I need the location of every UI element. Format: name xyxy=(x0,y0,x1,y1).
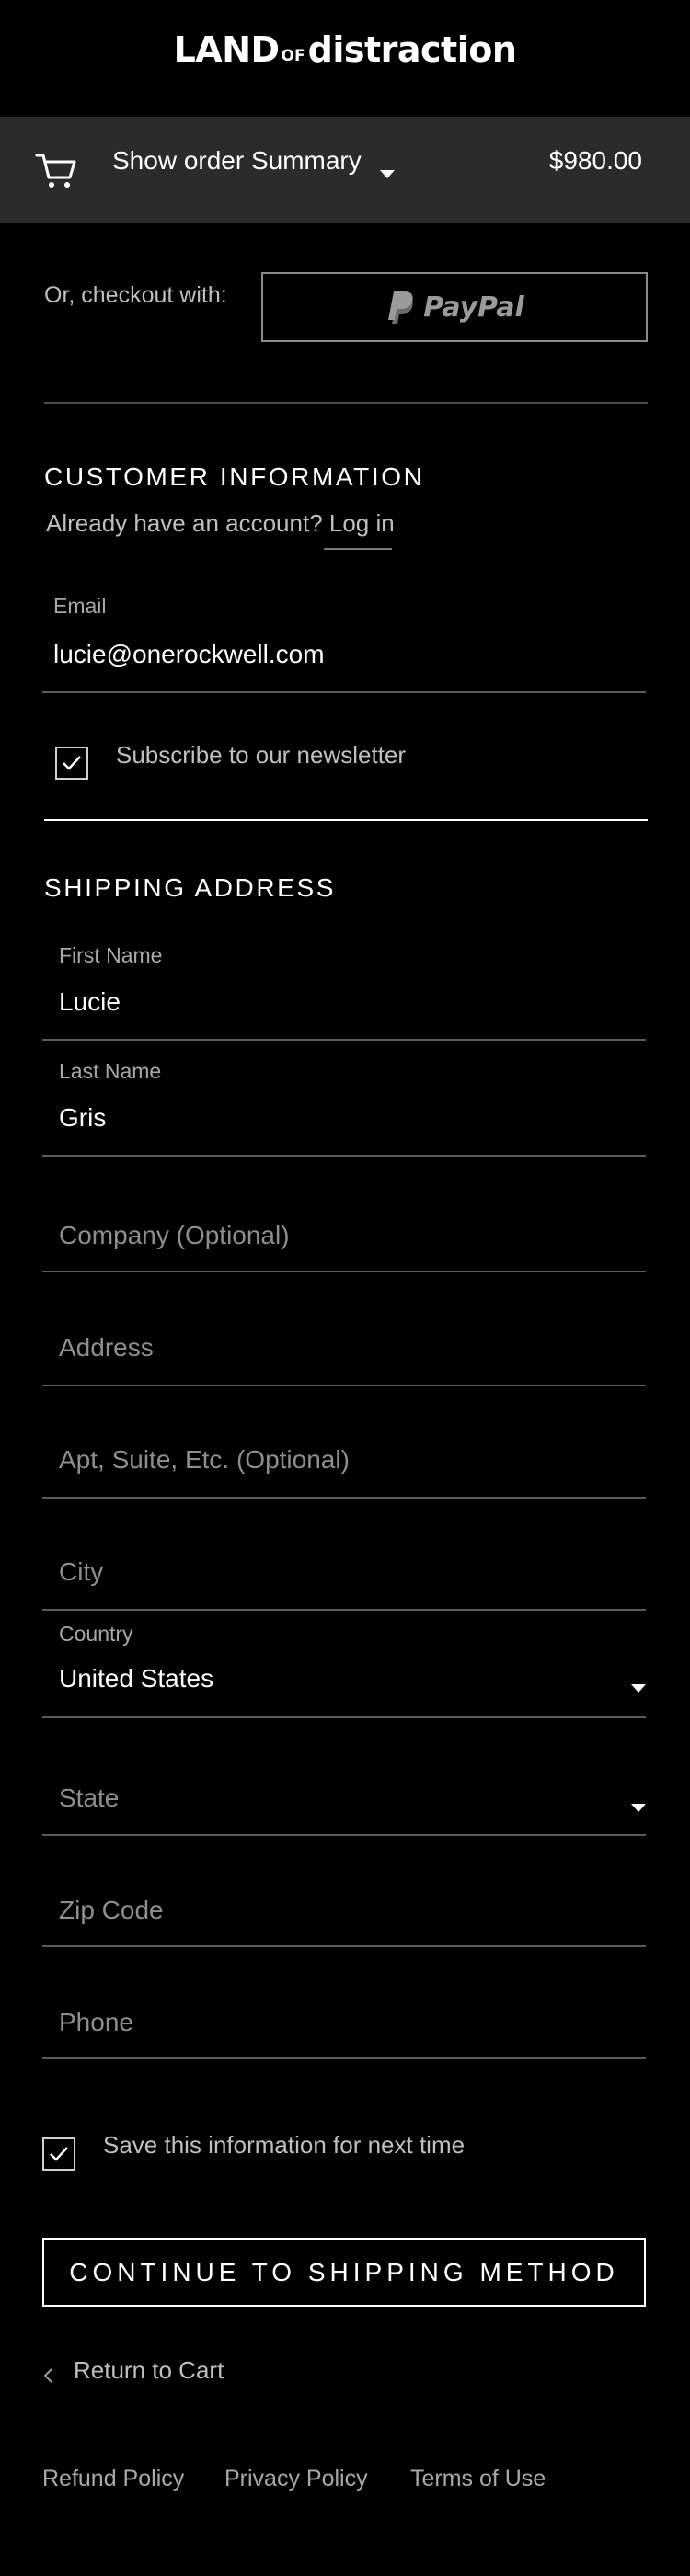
zip-code-input[interactable]: Zip Code xyxy=(59,1896,164,1925)
city-field[interactable]: City xyxy=(42,1510,646,1611)
section-divider xyxy=(44,819,648,821)
brand-logo-part2: OF xyxy=(281,47,305,65)
order-summary-toggle[interactable]: Show order Summary $980.00 xyxy=(0,117,690,223)
country-select[interactable]: Country United States xyxy=(42,1611,646,1718)
login-link[interactable]: Log in xyxy=(329,509,395,537)
checkmark-icon xyxy=(50,2147,68,2161)
checkmark-icon xyxy=(63,756,81,770)
city-input[interactable]: City xyxy=(59,1557,103,1587)
state-placeholder: State xyxy=(59,1784,120,1812)
first-name-input[interactable]: Lucie xyxy=(59,987,121,1017)
newsletter-checkbox[interactable] xyxy=(55,747,88,780)
address-input[interactable]: Address xyxy=(59,1333,154,1362)
email-label: Email xyxy=(53,594,107,618)
email-field[interactable]: Email lucie@onerockwell.com xyxy=(42,588,646,693)
return-to-cart-link[interactable]: Return to Cart xyxy=(42,2354,224,2387)
apt-suite-input[interactable]: Apt, Suite, Etc. (Optional) xyxy=(59,1445,350,1475)
order-total: $980.00 xyxy=(548,146,642,175)
newsletter-label: Subscribe to our newsletter xyxy=(116,741,407,769)
paypal-label: PayPal xyxy=(423,291,524,324)
terms-of-use-link[interactable]: Terms of Use xyxy=(410,2466,546,2492)
last-name-field[interactable]: Last Name Gris xyxy=(42,1054,646,1157)
chevron-down-icon xyxy=(631,1684,646,1693)
express-checkout-label: Or, checkout with: xyxy=(44,282,227,308)
company-input[interactable]: Company (Optional) xyxy=(59,1221,290,1250)
address-field[interactable]: Address xyxy=(42,1285,646,1386)
first-name-field[interactable]: First Name Lucie xyxy=(42,938,646,1041)
paypal-icon xyxy=(388,291,414,324)
apt-suite-field[interactable]: Apt, Suite, Etc. (Optional) xyxy=(42,1397,646,1499)
paypal-button[interactable]: PayPal xyxy=(261,272,648,342)
chevron-down-icon xyxy=(631,1804,646,1812)
last-name-input[interactable]: Gris xyxy=(59,1103,106,1133)
phone-input[interactable]: Phone xyxy=(59,2008,133,2037)
country-label: Country xyxy=(59,1622,133,1646)
company-field[interactable]: Company (Optional) xyxy=(42,1169,646,1272)
return-to-cart-label: Return to Cart xyxy=(74,2355,224,2384)
brand-logo[interactable]: LAND OFdistraction xyxy=(0,29,690,70)
save-info-checkbox[interactable] xyxy=(42,2137,75,2171)
customer-information-title: CUSTOMER INFORMATION xyxy=(44,462,425,491)
chevron-left-icon xyxy=(43,2368,52,2383)
continue-button-label: CONTINUE TO SHIPPING METHOD xyxy=(69,2257,619,2286)
zip-code-field[interactable]: Zip Code xyxy=(42,1846,646,1947)
account-prompt: Already have an account? Log in xyxy=(46,509,395,538)
continue-to-shipping-button[interactable]: CONTINUE TO SHIPPING METHOD xyxy=(42,2238,646,2307)
phone-field[interactable]: Phone xyxy=(42,1958,646,2059)
state-select[interactable]: State xyxy=(42,1732,646,1836)
brand-logo-part1: LAND xyxy=(173,29,280,70)
brand-logo-part3: distraction xyxy=(307,29,517,70)
save-info-label: Save this information for next time xyxy=(103,2131,466,2159)
chevron-down-icon xyxy=(380,170,395,178)
refund-policy-link[interactable]: Refund Policy xyxy=(42,2466,184,2492)
shipping-address-title: SHIPPING ADDRESS xyxy=(44,873,337,902)
last-name-label: Last Name xyxy=(59,1059,162,1083)
country-value: United States xyxy=(59,1664,214,1693)
cart-icon xyxy=(35,154,76,188)
email-input[interactable]: lucie@onerockwell.com xyxy=(53,640,325,669)
login-link-underline xyxy=(324,548,392,550)
section-divider xyxy=(44,402,648,404)
order-summary-label: Show order Summary xyxy=(112,146,362,175)
account-prompt-text: Already have an account? xyxy=(46,509,323,537)
first-name-label: First Name xyxy=(59,943,163,967)
privacy-policy-link[interactable]: Privacy Policy xyxy=(224,2466,368,2492)
